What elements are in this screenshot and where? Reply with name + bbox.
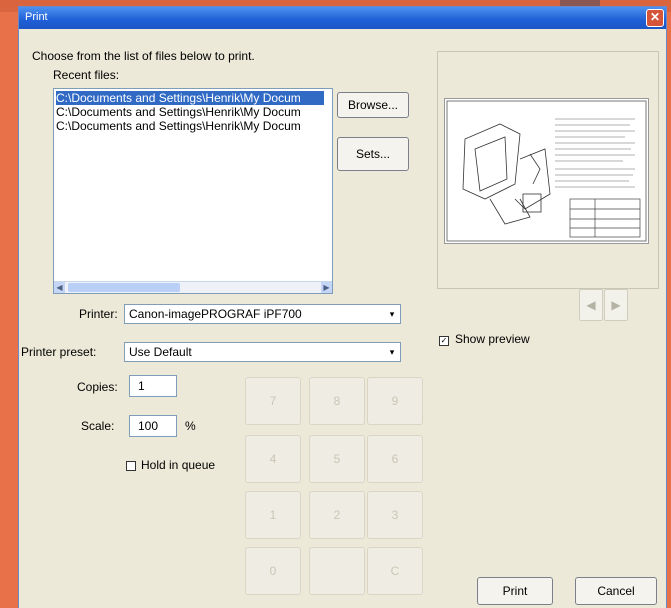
printer-preset-label: Printer preset: [21,345,97,359]
scale-input[interactable]: 100 [129,415,177,437]
close-icon[interactable]: ✕ [646,9,664,27]
keypad-key-1[interactable]: 1 [245,491,301,539]
list-item[interactable]: C:\Documents and Settings\Henrik\My Docu… [56,91,324,105]
keypad-key-clear[interactable]: C [367,547,423,595]
printer-preset-value: Use Default [129,345,192,359]
show-preview-checkbox[interactable]: ✓ [439,336,449,346]
document-preview-thumbnail [444,98,649,244]
cancel-button[interactable]: Cancel [575,577,657,605]
keypad-key-5[interactable]: 5 [309,435,365,483]
keypad-key-7[interactable]: 7 [245,377,301,425]
title-bar: Print ✕ [19,7,666,29]
keypad-key-9[interactable]: 9 [367,377,423,425]
list-item[interactable]: C:\Documents and Settings\Henrik\My Docu… [56,105,324,119]
horizontal-scrollbar[interactable]: ◀ ▶ [54,281,332,293]
scroll-right-icon[interactable]: ▶ [321,282,332,293]
scale-unit: % [185,419,196,433]
keypad-key-4[interactable]: 4 [245,435,301,483]
preview-pane [437,51,659,289]
window-title: Print [25,11,48,23]
chevron-down-icon[interactable]: ▾ [385,306,399,322]
keypad-key-2[interactable]: 2 [309,491,365,539]
show-preview-label: Show preview [455,332,530,346]
intro-text: Choose from the list of files below to p… [32,49,255,63]
keypad-key-6[interactable]: 6 [367,435,423,483]
sets-button[interactable]: Sets... [337,137,409,171]
recent-files-label: Recent files: [53,68,120,82]
scroll-thumb[interactable] [68,283,180,292]
copies-label: Copies: [77,380,118,394]
hold-in-queue-checkbox[interactable] [126,461,136,471]
preview-prev-icon[interactable]: ◀ [579,289,603,321]
print-button[interactable]: Print [477,577,553,605]
keypad-key-0[interactable]: 0 [245,547,301,595]
copies-input[interactable]: 1 [129,375,177,397]
scroll-left-icon[interactable]: ◀ [54,282,65,293]
keypad-key-blank[interactable] [309,547,365,595]
printer-select[interactable]: Canon-imagePROGRAF iPF700 ▾ [124,304,401,324]
printer-label: Printer: [79,307,118,321]
browse-button[interactable]: Browse... [337,92,409,118]
drawing-preview-image [446,100,647,242]
printer-preset-select[interactable]: Use Default ▾ [124,342,401,362]
keypad-key-3[interactable]: 3 [367,491,423,539]
printer-value: Canon-imagePROGRAF iPF700 [129,307,302,321]
print-dialog: Print ✕ Choose from the list of files be… [18,6,667,608]
hold-in-queue-label: Hold in queue [141,458,216,472]
list-item[interactable]: C:\Documents and Settings\Henrik\My Docu… [56,119,324,133]
chevron-down-icon[interactable]: ▾ [385,344,399,360]
scale-label: Scale: [81,419,115,433]
recent-files-list[interactable]: C:\Documents and Settings\Henrik\My Docu… [53,88,333,294]
keypad-key-8[interactable]: 8 [309,377,365,425]
preview-next-icon[interactable]: ▶ [604,289,628,321]
